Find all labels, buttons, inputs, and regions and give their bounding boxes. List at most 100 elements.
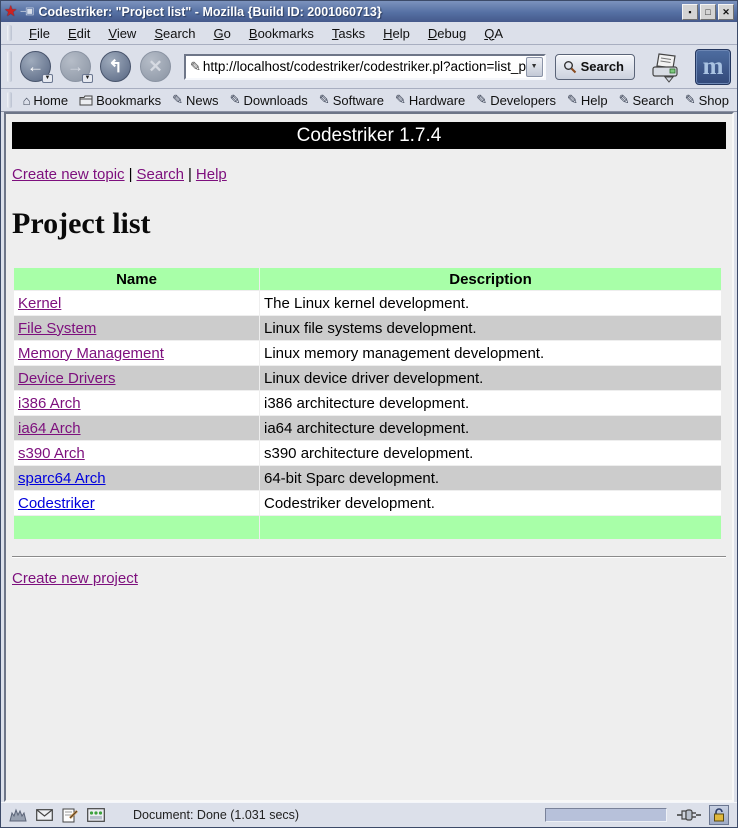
url-input[interactable] [203, 59, 526, 74]
project-description: Linux file systems development. [260, 316, 721, 340]
search-link[interactable]: Search [136, 166, 184, 183]
maximize-button[interactable]: □ [700, 4, 716, 20]
title-bar[interactable]: ★ ‒▣ Codestriker: "Project list" - Mozil… [1, 1, 737, 22]
personal-search-label: Search [633, 93, 674, 108]
project-link[interactable]: ia64 Arch [18, 420, 81, 437]
search-button-label: Search [581, 59, 624, 74]
browser-window: ★ ‒▣ Codestriker: "Project list" - Mozil… [0, 0, 738, 828]
personal-downloads-label: Downloads [243, 93, 307, 108]
url-pencil-icon: ✎ [186, 59, 203, 75]
project-link[interactable]: Codestriker [18, 495, 95, 512]
progress-bar [545, 808, 667, 822]
menu-qa[interactable]: QA [475, 24, 512, 43]
app-banner: Codestriker 1.7.4 [12, 122, 726, 149]
project-description: ia64 architecture development. [260, 416, 721, 440]
personal-software[interactable]: ✎ Software [316, 92, 392, 108]
personal-help[interactable]: ✎ Help [564, 92, 616, 108]
project-description: The Linux kernel development. [260, 291, 721, 315]
personal-bookmarks-label: Bookmarks [96, 93, 161, 108]
quill-icon: ✎ [476, 92, 487, 108]
print-button[interactable] [649, 50, 683, 84]
personal-developers[interactable]: ✎ Developers [473, 92, 564, 108]
search-button[interactable]: Search [555, 54, 635, 80]
stop-button[interactable]: ✕ [140, 51, 171, 82]
project-description: Codestriker development. [260, 491, 721, 515]
personal-shop-label: Shop [699, 93, 729, 108]
personal-news[interactable]: ✎ News [169, 92, 226, 108]
url-dropdown-button[interactable]: ▼ [526, 57, 543, 77]
forward-button[interactable]: → ▼ [60, 51, 91, 82]
status-bar: Document: Done (1.031 secs) [1, 802, 737, 827]
personal-hardware[interactable]: ✎ Hardware [392, 92, 473, 108]
personal-search[interactable]: ✎ Search [616, 92, 682, 108]
link-separator: | [125, 166, 137, 183]
online-plug-icon[interactable] [677, 808, 701, 822]
table-row: ia64 Arch ia64 architecture development. [14, 416, 721, 440]
reload-icon: ↰ [108, 57, 122, 77]
project-link[interactable]: Kernel [18, 295, 61, 312]
magnifier-icon [563, 60, 577, 74]
address-book-icon[interactable] [87, 808, 105, 822]
column-header-name: Name [14, 268, 259, 290]
project-link[interactable]: s390 Arch [18, 445, 85, 462]
column-header-description: Description [260, 268, 721, 290]
quill-icon: ✎ [395, 92, 406, 108]
table-row: Codestriker Codestriker development. [14, 491, 721, 515]
menu-go[interactable]: Go [205, 24, 240, 43]
mozilla-throbber-icon[interactable]: m [695, 49, 731, 85]
help-link[interactable]: Help [196, 166, 227, 183]
create-new-topic-link[interactable]: Create new topic [12, 166, 125, 183]
personal-bookmarks[interactable]: Bookmarks [76, 93, 169, 108]
project-link[interactable]: sparc64 Arch [18, 470, 106, 487]
menu-file[interactable]: File [20, 24, 59, 43]
close-button[interactable]: ✕ [718, 4, 734, 20]
project-link[interactable]: i386 Arch [18, 395, 81, 412]
navigation-toolbar: ← ▼ → ▼ ↰ ✕ ✎ ▼ Search [1, 45, 737, 89]
table-row: Kernel The Linux kernel development. [14, 291, 721, 315]
menu-help[interactable]: Help [374, 24, 419, 43]
personal-help-label: Help [581, 93, 608, 108]
table-row: Device Drivers Linux device driver devel… [14, 366, 721, 390]
back-button[interactable]: ← ▼ [20, 51, 51, 82]
menu-bar: File Edit View Search Go Bookmarks Tasks… [1, 22, 737, 45]
project-link[interactable]: Device Drivers [18, 370, 116, 387]
forward-icon: → [67, 57, 84, 77]
back-dropdown-icon[interactable]: ▼ [42, 74, 53, 83]
personal-developers-label: Developers [490, 93, 556, 108]
table-row: File System Linux file systems developme… [14, 316, 721, 340]
quill-icon: ✎ [567, 92, 578, 108]
project-description: i386 architecture development. [260, 391, 721, 415]
menu-view[interactable]: View [99, 24, 145, 43]
menu-debug[interactable]: Debug [419, 24, 475, 43]
toolbar-grippy[interactable] [7, 92, 12, 107]
mail-icon[interactable] [36, 809, 53, 821]
project-link[interactable]: File System [18, 320, 96, 337]
menu-tasks[interactable]: Tasks [323, 24, 374, 43]
url-bar[interactable]: ✎ ▼ [184, 54, 546, 80]
forward-dropdown-icon[interactable]: ▼ [82, 74, 93, 83]
quill-icon: ✎ [619, 92, 630, 108]
create-new-project-link[interactable]: Create new project [12, 570, 138, 587]
security-lock-button[interactable] [709, 805, 729, 825]
back-icon: ← [27, 57, 44, 77]
home-icon: ⌂ [23, 93, 31, 108]
personal-downloads[interactable]: ✎ Downloads [227, 92, 316, 108]
throbber-letter: m [703, 53, 724, 81]
minimize-button[interactable]: ▪ [682, 4, 698, 20]
menu-bookmarks[interactable]: Bookmarks [240, 24, 323, 43]
window-manager-icon: ★ [4, 4, 17, 19]
menu-search[interactable]: Search [145, 24, 204, 43]
reload-button[interactable]: ↰ [100, 51, 131, 82]
menu-edit[interactable]: Edit [59, 24, 99, 43]
toolbar-grippy[interactable] [7, 51, 12, 81]
project-link[interactable]: Memory Management [18, 345, 164, 362]
project-table: Name Description Kernel The Linux kernel… [13, 267, 722, 540]
personal-shop[interactable]: ✎ Shop [682, 92, 737, 108]
project-description: Linux device driver development. [260, 366, 721, 390]
page-content: Codestriker 1.7.4 Create new topic|Searc… [4, 112, 734, 802]
personal-home[interactable]: ⌂ Home [20, 93, 77, 108]
navigator-icon[interactable] [9, 807, 27, 823]
toolbar-grippy[interactable] [7, 25, 12, 40]
composer-icon[interactable] [62, 807, 78, 823]
personal-hardware-label: Hardware [409, 93, 465, 108]
